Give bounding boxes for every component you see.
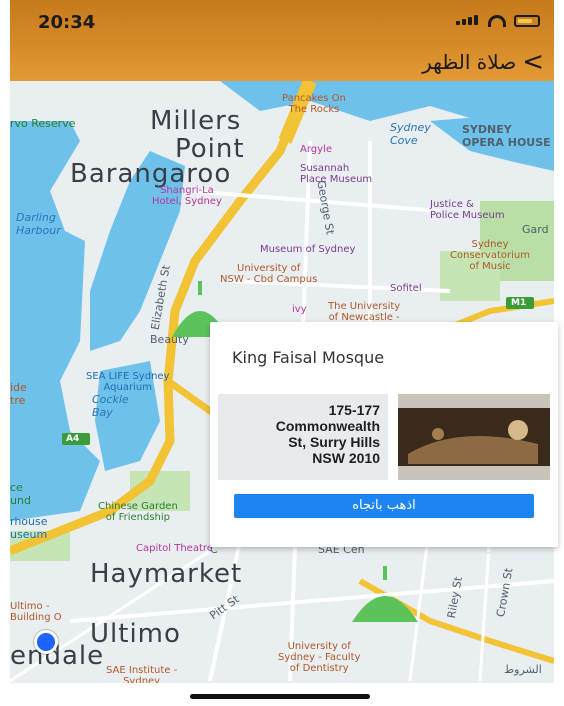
poi-uni-nsw[interactable]: University of NSW - Cbd Campus <box>220 263 317 285</box>
poi-sea-life[interactable]: SEA LIFE Sydney Aquarium <box>86 371 169 393</box>
badge-m1: M1 <box>511 298 527 308</box>
mosque-pin-selected-icon[interactable] <box>350 566 420 626</box>
address-line: 175-177 <box>328 402 380 418</box>
status-icons <box>456 12 540 30</box>
nav-title: صلاة الظهر <box>422 50 517 74</box>
place-card[interactable]: King Faisal Mosque 175-177 Commonwealth … <box>210 322 558 547</box>
back-button[interactable]: صلاة الظهر < <box>422 49 544 75</box>
address-line: St, Surry Hills <box>288 434 380 450</box>
poi-justice[interactable]: Justice & Police Museum <box>430 199 505 221</box>
place-photo <box>398 394 550 480</box>
poi-susannah[interactable]: Susannah Place Museum <box>300 163 372 185</box>
poi-conservatorium[interactable]: Sydney Conservatorium of Music <box>450 239 530 272</box>
address-box: 175-177 Commonwealth St, Surry Hills NSW… <box>218 394 388 480</box>
label-ide-tre: ide tre <box>10 381 27 407</box>
poi-ultimo-building[interactable]: Ultimo - Building O <box>10 601 62 623</box>
address-lines: 175-177 Commonwealth St, Surry Hills NSW… <box>276 402 380 466</box>
user-location-dot <box>34 630 58 654</box>
poi-uni-dentistry[interactable]: University of Sydney - Faculty of Dentis… <box>278 641 360 674</box>
address-line: Commonwealth <box>275 418 380 434</box>
chevron-left-icon: < <box>522 47 544 77</box>
signal-icon <box>456 12 480 30</box>
status-bar: 20:34 <box>10 0 554 45</box>
nav-bar: صلاة الظهر < <box>10 45 554 82</box>
poi-pancakes[interactable]: Pancakes On The Rocks <box>282 93 346 115</box>
wifi-icon <box>488 15 506 27</box>
poi-shangri[interactable]: Shangri-La Hotel, Sydney <box>152 185 222 207</box>
poi-ivy[interactable]: ivy <box>292 304 307 315</box>
poi-uni-newcastle[interactable]: The University of Newcastle - <box>328 301 400 323</box>
label-sydney-cove: Sydney Cove <box>390 121 431 147</box>
home-indicator <box>190 694 370 699</box>
poi-sae-institute[interactable]: SAE Institute - Sydney <box>106 665 177 683</box>
label-haymarket: Haymarket <box>90 559 243 589</box>
legal-link[interactable]: الشروط <box>504 663 542 676</box>
poi-capitol[interactable]: Capitol Theatre <box>136 543 213 554</box>
label-gard: Gard <box>522 223 549 236</box>
poi-museum-sydney[interactable]: Museum of Sydney <box>260 244 355 255</box>
label-darling-harbour: Darling Harbour <box>16 211 61 237</box>
label-reserve: rvo Reserve <box>10 117 76 130</box>
label-millers: Millers <box>150 106 242 136</box>
poi-argyle[interactable]: Argyle <box>300 144 332 155</box>
label-cockle-bay: Cockle Bay <box>92 393 129 419</box>
address-line: NSW 2010 <box>312 450 380 466</box>
photo-image <box>398 394 550 480</box>
battery-icon <box>514 15 540 27</box>
label-rhouse: rhouse useum <box>10 515 48 541</box>
poi-sofitel[interactable]: Sofitel <box>390 283 422 294</box>
status-time: 20:34 <box>38 12 96 33</box>
label-ce-und: ce und <box>10 481 31 507</box>
badge-a4: A4 <box>66 434 80 444</box>
poi-chinese-garden[interactable]: Chinese Garden of Friendship <box>98 501 178 523</box>
label-opera[interactable]: SYDNEY OPERA HOUSE <box>462 123 551 149</box>
place-title: King Faisal Mosque <box>232 348 385 367</box>
get-directions-button[interactable]: اذهب باتجاه <box>234 494 534 518</box>
